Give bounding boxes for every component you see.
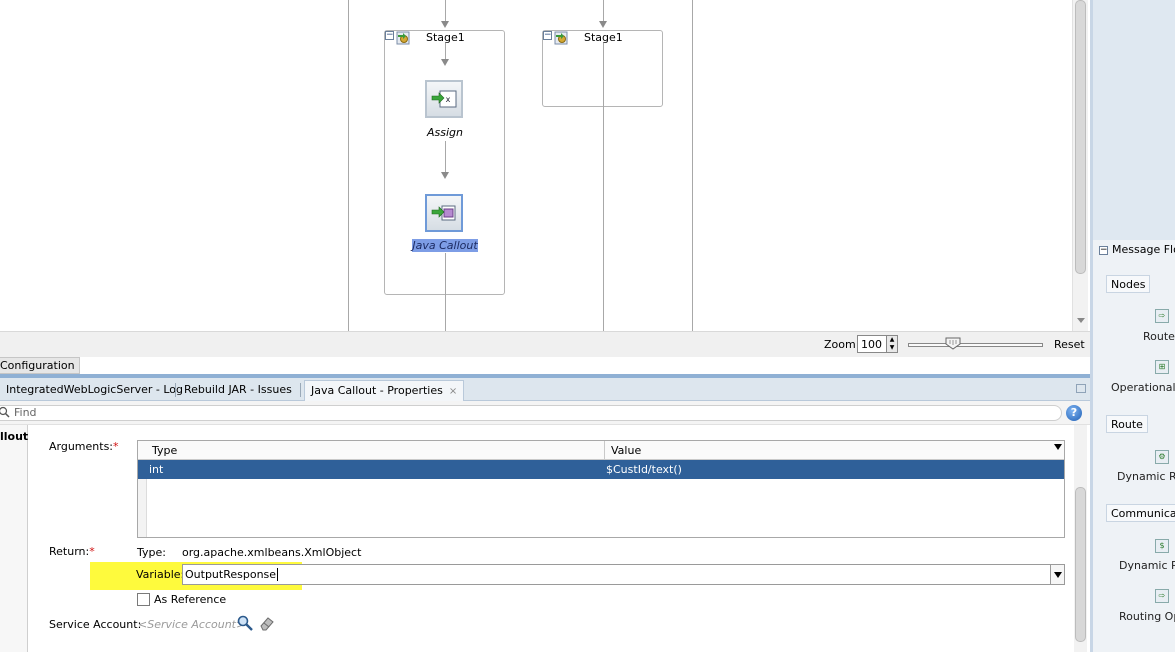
properties-section-label[interactable]: llout bbox=[0, 430, 28, 443]
properties-panel: llout Arguments:* Type Value int $CustId… bbox=[0, 425, 1090, 652]
service-account-field[interactable]: <Service Account> bbox=[138, 618, 245, 631]
bottom-panel-tabs: IntegratedWebLogicServer - Log Rebuild J… bbox=[0, 378, 1090, 401]
operational-branch-icon[interactable]: ⊞ bbox=[1155, 360, 1169, 374]
collapse-icon[interactable]: − bbox=[1099, 246, 1108, 255]
stage-gear-icon bbox=[554, 31, 568, 45]
flow-arrow bbox=[441, 21, 449, 28]
search-icon bbox=[0, 406, 10, 418]
spin-down-icon[interactable]: ▼ bbox=[887, 344, 897, 352]
variable-label: Variable: bbox=[136, 568, 185, 581]
dynamic-publish-icon[interactable]: $ bbox=[1155, 539, 1169, 553]
assign-icon: x bbox=[431, 90, 457, 108]
palette-section-route[interactable]: Route bbox=[1106, 415, 1148, 433]
help-icon[interactable]: ? bbox=[1066, 405, 1082, 421]
palette-item-operational-branch[interactable]: Operational B bbox=[1111, 381, 1175, 394]
flow-connector bbox=[603, 0, 604, 22]
flow-connector bbox=[445, 0, 446, 22]
as-reference-label[interactable]: As Reference bbox=[154, 593, 226, 606]
column-header-type[interactable]: Type bbox=[138, 441, 605, 460]
palette-section-communication[interactable]: Communicatio bbox=[1106, 504, 1175, 522]
editor-tab-strip: Configuration bbox=[0, 357, 1090, 374]
zoom-input[interactable]: 100 bbox=[857, 335, 887, 353]
properties-nav: llout bbox=[0, 425, 28, 652]
branch-border-left bbox=[348, 0, 349, 331]
flow-connector bbox=[603, 43, 604, 331]
zoom-spinner[interactable]: ▲ ▼ bbox=[886, 335, 898, 353]
collapse-icon[interactable]: − bbox=[385, 31, 394, 40]
chevron-down-icon[interactable] bbox=[1054, 444, 1062, 450]
flow-arrow bbox=[441, 172, 449, 179]
properties-scrollbar[interactable] bbox=[1074, 425, 1087, 652]
stage-gear-icon bbox=[396, 31, 410, 45]
table-row[interactable]: int $CustId/text() bbox=[138, 460, 1064, 479]
java-callout-node[interactable] bbox=[425, 194, 463, 232]
search-icon[interactable] bbox=[237, 615, 254, 632]
as-reference-checkbox[interactable] bbox=[137, 593, 150, 606]
variable-input[interactable]: OutputResponse bbox=[185, 568, 279, 581]
flow-connector bbox=[445, 141, 446, 173]
tab-configuration[interactable]: Configuration bbox=[0, 357, 80, 374]
flow-arrow bbox=[441, 59, 449, 66]
tab-weblogic-log[interactable]: IntegratedWebLogicServer - Log bbox=[0, 380, 189, 401]
eraser-icon[interactable] bbox=[258, 615, 275, 632]
svg-text:x: x bbox=[446, 95, 451, 104]
return-label: Return:* bbox=[49, 545, 95, 558]
assign-node[interactable]: x bbox=[425, 80, 463, 118]
reset-zoom-button[interactable]: Reset bbox=[1054, 338, 1085, 351]
collapse-icon[interactable]: − bbox=[543, 31, 552, 40]
tab-separator bbox=[300, 383, 301, 397]
tab-rebuild-jar-issues[interactable]: Rebuild JAR - Issues bbox=[178, 380, 298, 401]
components-palette: − Message Flow Nodes ⇨ Route ⊞ Operation… bbox=[1090, 0, 1175, 652]
properties-scrollbar-thumb[interactable] bbox=[1075, 487, 1086, 642]
service-account-label: Service Account: bbox=[49, 618, 142, 631]
arguments-label: Arguments:* bbox=[49, 440, 119, 453]
flow-connector bbox=[445, 253, 446, 331]
assign-node-label[interactable]: Assign bbox=[415, 126, 475, 139]
variable-combobox[interactable]: OutputResponse bbox=[182, 564, 1065, 585]
variable-dropdown-button[interactable] bbox=[1050, 565, 1064, 584]
routing-options-icon[interactable]: ⇨ bbox=[1155, 589, 1169, 603]
zoom-toolbar: Zoom: 100 ▲ ▼ Reset bbox=[0, 331, 1090, 357]
canvas-scrollbar[interactable] bbox=[1072, 0, 1088, 331]
cell-type[interactable]: int bbox=[149, 463, 163, 476]
cell-value[interactable]: $CustId/text() bbox=[606, 463, 682, 476]
java-callout-icon bbox=[431, 205, 456, 221]
tab-java-callout-properties[interactable]: Java Callout - Properties × bbox=[304, 380, 465, 401]
palette-item-dynamic-routing[interactable]: Dynamic Ro bbox=[1117, 470, 1175, 483]
minimize-icon[interactable] bbox=[1076, 384, 1086, 393]
type-value: org.apache.xmlbeans.XmlObject bbox=[182, 546, 362, 559]
tab-label: IntegratedWebLogicServer - Log bbox=[6, 383, 184, 396]
message-flow-canvas[interactable]: − Stage1 x Assign Java Callout − Stage1 bbox=[0, 0, 1072, 331]
column-header-value[interactable]: Value bbox=[605, 441, 1064, 460]
dynamic-routing-icon[interactable]: ⚙ bbox=[1155, 450, 1169, 464]
canvas-scrollbar-thumb[interactable] bbox=[1075, 0, 1086, 274]
tab-separator bbox=[175, 383, 176, 397]
palette-header-area bbox=[1093, 0, 1175, 240]
palette-section-nodes[interactable]: Nodes bbox=[1106, 275, 1151, 293]
zoom-slider-thumb[interactable] bbox=[945, 337, 961, 350]
chevron-down-icon bbox=[1054, 572, 1062, 578]
zoom-label: Zoom: bbox=[824, 338, 860, 351]
palette-item-dynamic-publish[interactable]: Dynamic Pu bbox=[1119, 559, 1175, 572]
close-icon[interactable]: × bbox=[449, 386, 457, 397]
flow-arrow bbox=[599, 21, 607, 28]
tab-label: Java Callout - Properties bbox=[311, 384, 443, 397]
find-toolbar: Find bbox=[0, 401, 1090, 425]
spin-up-icon[interactable]: ▲ bbox=[887, 336, 897, 344]
palette-item-route[interactable]: Route bbox=[1143, 330, 1175, 343]
palette-item-routing-options[interactable]: Routing Opt bbox=[1119, 610, 1175, 623]
branch-border-right bbox=[692, 0, 693, 331]
arguments-table[interactable]: Type Value int $CustId/text() bbox=[137, 440, 1065, 538]
find-input[interactable]: Find bbox=[0, 405, 1062, 421]
type-label: Type: bbox=[137, 546, 166, 559]
palette-title[interactable]: Message Flow bbox=[1112, 243, 1175, 256]
java-callout-node-label[interactable]: Java Callout bbox=[412, 239, 478, 252]
zoom-slider-track[interactable] bbox=[908, 343, 1043, 347]
tab-label: Rebuild JAR - Issues bbox=[184, 383, 292, 396]
scroll-down-icon[interactable] bbox=[1077, 318, 1085, 323]
route-node-icon[interactable]: ⇨ bbox=[1155, 309, 1169, 323]
